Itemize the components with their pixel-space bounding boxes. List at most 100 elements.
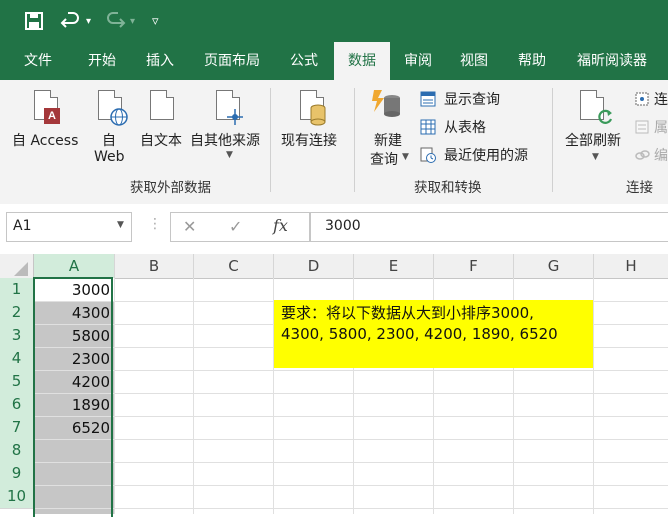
tab-review[interactable]: 审阅	[392, 42, 444, 80]
properties-label: 属	[654, 120, 668, 136]
column-header-f[interactable]: F	[434, 254, 514, 279]
undo-icon[interactable]	[60, 11, 82, 31]
globe-icon	[110, 108, 128, 126]
grid-line	[33, 416, 668, 417]
text-file-icon	[150, 90, 174, 120]
show-queries-icon	[420, 91, 436, 107]
group-separator	[552, 88, 553, 192]
connections-group-label: 连接	[626, 180, 653, 196]
note-line-1: 要求：将以下数据从大到小排序3000,	[281, 304, 534, 322]
grid-line	[33, 485, 668, 486]
new-query-label-1: 新建	[374, 133, 402, 149]
name-box-value: A1	[13, 218, 32, 234]
column-header-e[interactable]: E	[354, 254, 434, 279]
access-badge-icon: A	[44, 108, 60, 124]
group-separator	[354, 88, 355, 192]
get-external-data-group-label: 获取外部数据	[130, 180, 211, 196]
grid-line	[33, 508, 668, 509]
tab-foxit-reader[interactable]: 福昕阅读器	[566, 42, 658, 80]
new-query-button[interactable]: 新建 查询 ▼	[364, 88, 414, 172]
grid-line	[33, 462, 668, 463]
name-box[interactable]: A1 ▼	[6, 212, 132, 242]
row-header-4[interactable]: 4	[0, 347, 35, 371]
from-web-button[interactable]: 自 Web	[90, 88, 130, 172]
redo-dropdown-icon: ▾	[130, 16, 136, 27]
insert-function-icon[interactable]: fx	[273, 216, 288, 235]
connections-button[interactable]: 连	[632, 88, 668, 110]
recent-sources-button[interactable]: 最近使用的源	[418, 144, 546, 166]
tab-file[interactable]: 文件	[10, 42, 66, 80]
redo-icon[interactable]	[104, 11, 126, 31]
properties-icon	[635, 120, 649, 134]
recent-sources-icon	[420, 147, 436, 163]
grid-line	[33, 393, 668, 394]
edit-links-icon	[635, 150, 650, 160]
edit-links-label: 编	[654, 148, 668, 164]
tab-data[interactable]: 数据	[334, 42, 390, 80]
group-separator	[270, 88, 271, 192]
tab-page-layout[interactable]: 页面布局	[194, 42, 270, 80]
grid-line	[593, 278, 594, 514]
from-text-button[interactable]: 自文本	[138, 88, 188, 154]
row-header-7[interactable]: 7	[0, 416, 35, 440]
get-transform-group-label: 获取和转换	[414, 180, 482, 196]
formula-bar-grip-icon: ⋮	[148, 216, 162, 232]
grid-line	[33, 370, 668, 371]
from-web-label-1: 自	[102, 133, 116, 149]
network-icon	[227, 109, 243, 125]
note-line-2: 4300, 5800, 2300, 4200, 1890, 6520	[281, 325, 558, 343]
column-header-d[interactable]: D	[274, 254, 354, 279]
database-icon	[310, 104, 326, 126]
title-bar: ▾ ▾ ▿	[0, 0, 668, 42]
from-table-button[interactable]: 从表格	[418, 116, 538, 138]
chevron-down-icon[interactable]: ▼	[117, 220, 124, 230]
enter-icon[interactable]: ✓	[229, 217, 242, 236]
undo-dropdown-icon[interactable]: ▾	[86, 10, 91, 34]
customize-qat-icon[interactable]: ▿	[152, 10, 159, 34]
from-access-button[interactable]: A 自 Access	[10, 88, 84, 154]
tab-formulas[interactable]: 公式	[278, 42, 330, 80]
tab-help[interactable]: 帮助	[504, 42, 560, 80]
properties-button: 属	[632, 116, 668, 138]
save-icon[interactable]	[24, 11, 44, 31]
row-header-6[interactable]: 6	[0, 393, 35, 417]
refresh-icon	[598, 109, 613, 124]
tab-home[interactable]: 开始	[74, 42, 130, 80]
row-header-1[interactable]: 1	[0, 278, 35, 302]
connections-label: 连	[654, 92, 668, 108]
row-header-2[interactable]: 2	[0, 301, 35, 325]
refresh-all-label: 全部刷新	[565, 133, 621, 149]
existing-connections-button[interactable]: 现有连接	[278, 88, 348, 154]
existing-connections-label: 现有连接	[281, 133, 337, 149]
column-header-g[interactable]: G	[514, 254, 594, 279]
from-other-sources-button[interactable]: 自其他来源 ▼	[190, 88, 268, 172]
column-header-b[interactable]: B	[115, 254, 194, 279]
row-header-10[interactable]: 10	[0, 485, 35, 509]
from-table-label: 从表格	[444, 120, 486, 136]
show-queries-label: 显示查询	[444, 92, 500, 108]
column-header-c[interactable]: C	[194, 254, 274, 279]
column-header-h[interactable]: H	[594, 254, 668, 279]
tab-insert[interactable]: 插入	[132, 42, 188, 80]
cancel-icon[interactable]: ✕	[183, 217, 196, 236]
formula-value: 3000	[325, 218, 361, 234]
show-queries-button[interactable]: 显示查询	[418, 88, 538, 110]
grid-line	[193, 278, 194, 514]
from-web-label-2: Web	[94, 149, 125, 165]
from-text-label: 自文本	[140, 133, 182, 149]
refresh-all-button[interactable]: 全部刷新 ▼	[562, 88, 628, 172]
select-all-button[interactable]	[0, 254, 34, 279]
select-all-triangle-icon	[14, 262, 28, 276]
row-header-8[interactable]: 8	[0, 439, 35, 463]
tab-view[interactable]: 视图	[448, 42, 500, 80]
from-access-label: 自 Access	[12, 133, 79, 149]
new-query-label-2: 查询	[370, 152, 398, 168]
chevron-down-icon: ▼	[226, 150, 233, 160]
new-query-icon	[372, 90, 400, 117]
grid-line	[114, 278, 115, 514]
row-header-5[interactable]: 5	[0, 370, 35, 394]
recent-sources-label: 最近使用的源	[444, 148, 528, 164]
formula-input[interactable]: 3000	[310, 212, 668, 242]
row-header-3[interactable]: 3	[0, 324, 35, 348]
row-header-9[interactable]: 9	[0, 462, 35, 486]
